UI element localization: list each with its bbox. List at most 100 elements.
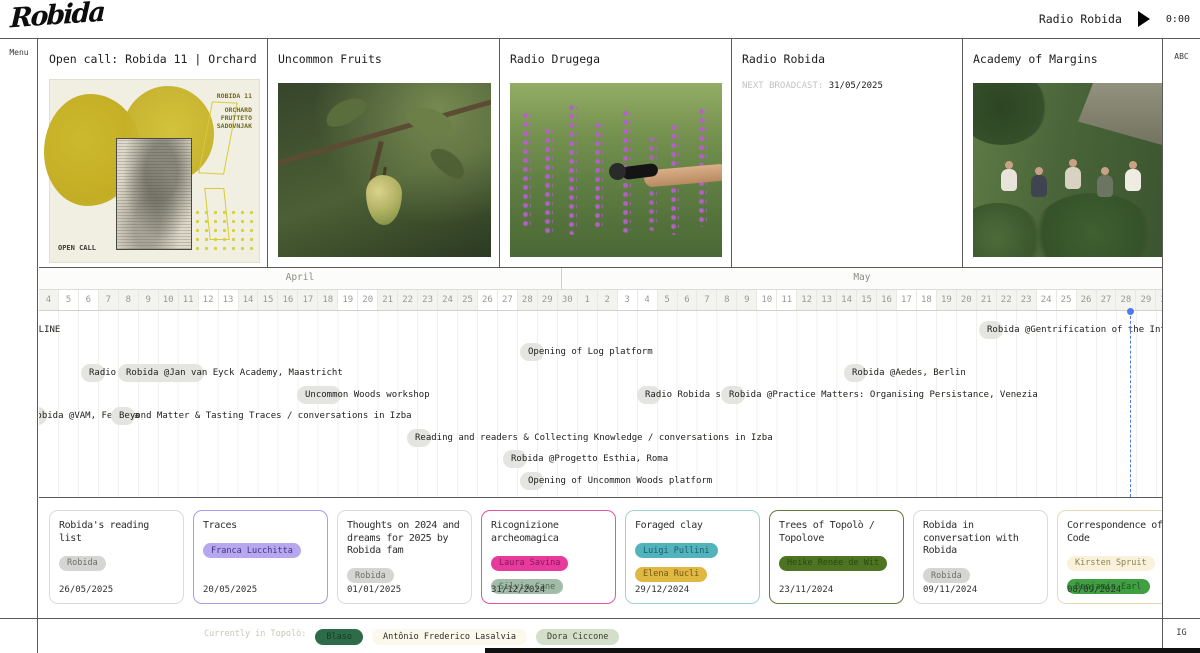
- author-tag[interactable]: Robida: [923, 568, 970, 583]
- person-shape: [1001, 169, 1017, 191]
- timeline-day-cell: 22: [398, 290, 418, 310]
- article-date: 08/09/2024: [1067, 585, 1121, 595]
- article-author-tags: Franca Lucchitta: [203, 538, 318, 562]
- article-date: 23/11/2024: [779, 585, 833, 595]
- timeline-day-cell: 10: [159, 290, 179, 310]
- timeline-day-cell: 5: [658, 290, 678, 310]
- timeline-event-label: Beyond Matter & Tasting Traces / convers…: [119, 411, 412, 421]
- person-shape: [1031, 175, 1047, 197]
- author-tag[interactable]: Robida: [347, 568, 394, 583]
- timeline-day-cell: 25: [458, 290, 478, 310]
- next-broadcast-date: 31/05/2025: [829, 81, 883, 91]
- timeline-day-cell: 7: [697, 290, 717, 310]
- timeline-day-cell: 21: [977, 290, 997, 310]
- timeline-day-cell: 5: [59, 290, 79, 310]
- person-tag[interactable]: Blaso: [315, 629, 363, 645]
- person-tag[interactable]: Antônio Frederico Lasalvia: [372, 629, 527, 645]
- timeline-day-cell: 13: [817, 290, 837, 310]
- timeline-event[interactable]: Robida @Practice Matters: Organising Per…: [721, 386, 745, 404]
- leaf-shape: [426, 142, 469, 183]
- play-icon[interactable]: [1138, 11, 1150, 27]
- timeline-day-cell: 15: [857, 290, 877, 310]
- feature-cards-row: Open call: Robida 11 | Orchard ROBIDA 11…: [39, 39, 1162, 268]
- timeline-day-cell: 21: [378, 290, 398, 310]
- timeline-event[interactable]: Radio Robida s04e6: [637, 386, 661, 404]
- article-card[interactable]: Robida's reading listRobida26/05/2025: [49, 510, 184, 604]
- timeline-month-may: May: [562, 268, 1162, 290]
- feature-card-radio-drugega[interactable]: Radio Drugega: [500, 39, 732, 268]
- footer-people: Blaso Antônio Frederico Lasalvia Dora Cicc…: [306, 624, 619, 645]
- timeline-event[interactable]: Reading and readers & Collecting Knowled…: [407, 429, 431, 447]
- currently-in-topolo-label: Currently in Topolò:: [204, 629, 306, 639]
- right-rail: ABC IG: [1162, 38, 1200, 653]
- author-tag[interactable]: Elena Rucli: [635, 567, 707, 582]
- timeline-event[interactable]: Robida @Aedes, Berlin: [844, 364, 866, 382]
- timeline-day-cell: 14: [837, 290, 857, 310]
- timeline-month-row: AprilMay: [39, 268, 1162, 290]
- today-marker-dot: [1127, 308, 1134, 315]
- timeline-month-label: April: [39, 272, 561, 283]
- timeline-event[interactable]: Robida @VAM, Ferrara: [39, 407, 47, 425]
- leaf-shape: [403, 102, 456, 140]
- branch-shape: [278, 93, 491, 169]
- timeline-day-cell: 9: [737, 290, 757, 310]
- author-tag[interactable]: Laura Savina: [491, 556, 568, 571]
- radio-player-time: 0:00: [1166, 14, 1190, 25]
- timeline-event[interactable]: Beyond Matter & Tasting Traces / convers…: [111, 407, 135, 425]
- feature-card-radio-robida[interactable]: Radio Robida NEXT BROADCAST: 31/05/2025: [732, 39, 963, 268]
- article-title: Robida in conversation with Robida: [923, 520, 1038, 558]
- timeline-event[interactable]: Uncommon Woods workshop: [297, 386, 341, 404]
- bottom-scrollbar[interactable]: [485, 648, 1200, 653]
- author-tag[interactable]: Robida: [59, 556, 106, 571]
- next-broadcast-label: NEXT BROADCAST:: [742, 81, 823, 91]
- author-tag[interactable]: Franca Lucchitta: [203, 543, 301, 558]
- author-tag[interactable]: Kirsten Spruit: [1067, 556, 1155, 571]
- timeline-event[interactable]: Robida @Jan van Eyck Academy, Maastricht: [118, 364, 204, 382]
- timeline-event[interactable]: Opening of Uncommon Woods platform: [520, 472, 544, 490]
- article-card[interactable]: Trees of Topolò / TopoloveHeike Renée de…: [769, 510, 904, 604]
- article-card[interactable]: Foraged clayLuigi PulliniElena Rucli29/1…: [625, 510, 760, 604]
- feature-card-open-call[interactable]: Open call: Robida 11 | Orchard ROBIDA 11…: [39, 39, 268, 268]
- timeline-day-cell: 9: [139, 290, 159, 310]
- article-title: Foraged clay: [635, 520, 750, 533]
- abc-link[interactable]: ABC: [1163, 52, 1200, 61]
- author-tag[interactable]: Heike Renée de Wit: [779, 556, 887, 571]
- open-call-poster-image: ROBIDA 11 ORCHARD FRUTTETO SADOVNJAK OPE…: [49, 79, 260, 263]
- timeline-day-cell: 30: [558, 290, 578, 310]
- timeline-day-cell: 6: [678, 290, 698, 310]
- feature-card-title: Radio Robida: [742, 52, 825, 66]
- pear-photo: [278, 83, 491, 257]
- timeline-day-cell: 17: [298, 290, 318, 310]
- feature-card-title: Uncommon Fruits: [278, 52, 382, 66]
- person-shape: [1065, 167, 1081, 189]
- robida-logo[interactable]: Robida: [10, 0, 105, 34]
- timeline-event-label: Robida @Aedes, Berlin: [852, 368, 966, 378]
- article-date: 01/01/2025: [347, 585, 401, 595]
- timeline-event[interactable]: Robida @Progetto Esthia, Roma: [503, 450, 527, 468]
- pear-shape: [366, 175, 402, 225]
- timeline-day-cell: 4: [39, 290, 59, 310]
- author-tag[interactable]: Luigi Pullini: [635, 543, 718, 558]
- person-shape: [1125, 169, 1141, 191]
- timeline-day-cell: 20: [957, 290, 977, 310]
- next-broadcast: NEXT BROADCAST: 31/05/2025: [742, 81, 883, 91]
- timeline-day-cell: 4: [638, 290, 658, 310]
- article-card[interactable]: TracesFranca Lucchitta20/05/2025: [193, 510, 328, 604]
- timeline-event[interactable]: Opening of Log platform: [520, 343, 544, 361]
- instagram-link[interactable]: IG: [1163, 628, 1200, 638]
- menu-button[interactable]: Menu: [0, 48, 38, 57]
- article-card[interactable]: Thoughts on 2024 and dreams for 2025 by …: [337, 510, 472, 604]
- article-card[interactable]: Ricognizione archeomagicaLaura SavinaSil…: [481, 510, 616, 604]
- timeline-day-cell: 24: [1037, 290, 1057, 310]
- poster-etching-illustration: [116, 138, 192, 250]
- person-tag[interactable]: Dora Ciccone: [536, 629, 619, 645]
- article-card[interactable]: Robida in conversation with Robida Robida…: [913, 510, 1048, 604]
- timeline-event[interactable]: Radio Robida: [81, 364, 105, 382]
- feature-card-academy-of-margins[interactable]: Academy of Margins: [963, 39, 1162, 268]
- feature-card-uncommon-fruits[interactable]: Uncommon Fruits: [268, 39, 500, 268]
- article-card[interactable]: Correspondence of CodeKirsten SpruitBenj…: [1057, 510, 1162, 604]
- left-rail: Menu: [0, 38, 38, 653]
- timeline-event[interactable]: Robida @Gentrification of the Internet: [979, 321, 1003, 339]
- timeline-event-label: Opening of Uncommon Woods platform: [528, 476, 712, 486]
- article-author-tags: Heike Renée de Wit: [779, 550, 894, 574]
